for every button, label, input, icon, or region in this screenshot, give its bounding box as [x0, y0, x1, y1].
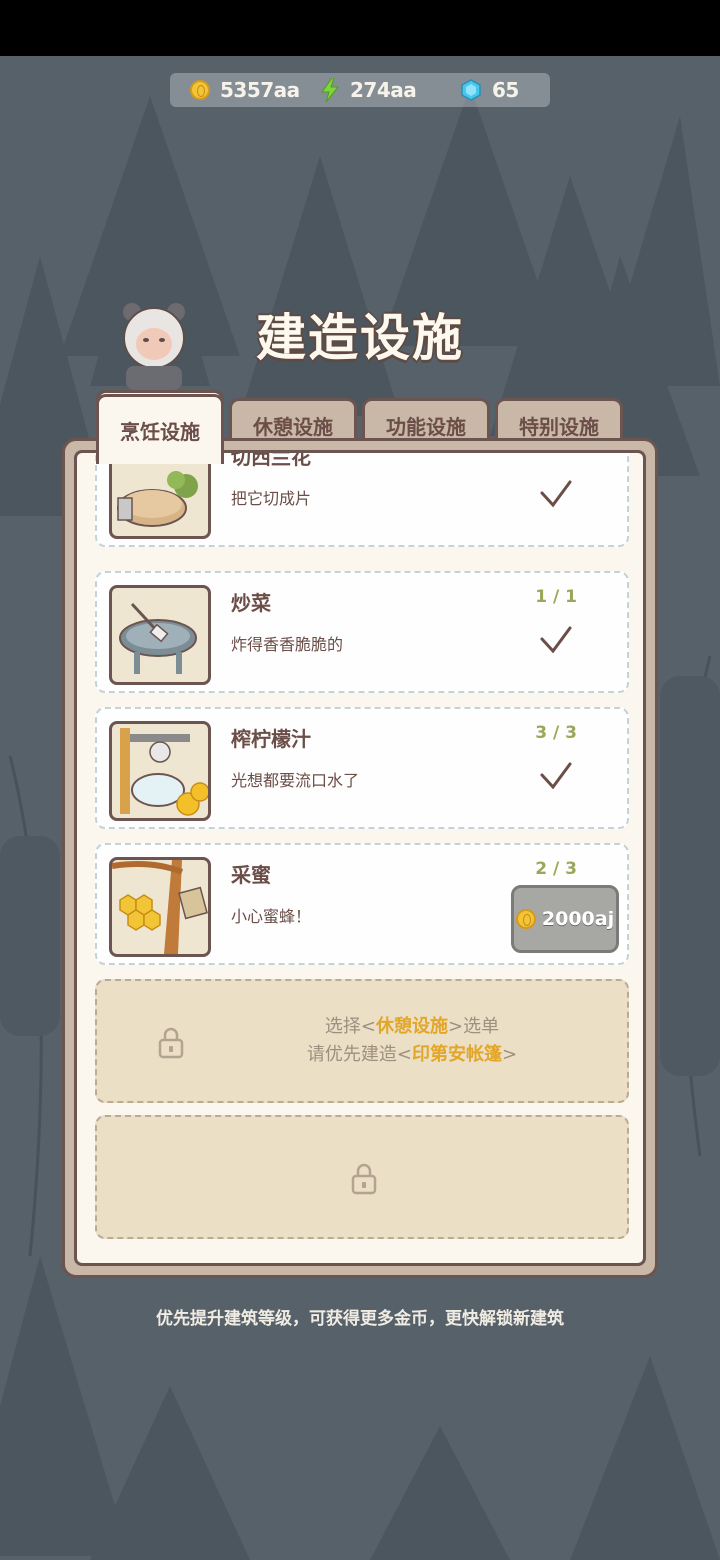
resource-bar: 5357aa 274aa 65: [170, 73, 550, 107]
check-icon: [540, 480, 572, 508]
item-name: 炒菜: [231, 591, 271, 615]
gem-counter: 65: [460, 73, 519, 107]
list-item[interactable]: 采蜜 小心蜜蜂！ 2 / 3 2000aj: [95, 843, 629, 965]
page-title: 建造设施: [256, 309, 464, 367]
unlock-hint-line2: 请优先建造<印第安帐篷>: [247, 1041, 577, 1069]
hint2-pre: 请优先建造<: [306, 1044, 412, 1065]
panda-mascot: [123, 303, 185, 390]
lock-icon: [351, 1163, 377, 1195]
hint2-highlight: 印第安帐篷: [412, 1044, 502, 1065]
item-name: 切西兰花: [231, 450, 311, 469]
lightning-icon: [321, 78, 340, 102]
coin-counter: 5357aa: [190, 73, 300, 107]
item-name: 榨柠檬汁: [231, 727, 311, 751]
energy-amount: 274aa: [350, 78, 417, 102]
build-button[interactable]: 2000aj: [511, 885, 619, 953]
tab-special-label: 特别设施: [519, 415, 599, 439]
lock-icon: [158, 1027, 184, 1059]
item-count: 1 / 1: [535, 587, 577, 607]
item-name: 采蜜: [231, 863, 271, 887]
hint1-highlight: 休憩设施: [376, 1016, 448, 1037]
tab-function-label: 功能设施: [386, 415, 466, 439]
coin-icon: [515, 909, 536, 929]
list-item[interactable]: 榨柠檬汁 光想都要流口水了 3 / 3: [95, 707, 629, 829]
gem-amount: 65: [492, 78, 519, 102]
item-desc: 光想都要流口水了: [231, 771, 360, 790]
beehive-image: [109, 857, 211, 957]
status-bar: [0, 0, 720, 56]
hint1-pre: 选择<: [324, 1016, 376, 1037]
coin-icon: [190, 80, 210, 100]
unlock-hint-line1: 选择<休憩设施>选单: [247, 1013, 577, 1041]
build-price: 2000aj: [541, 908, 615, 930]
item-desc: 把它切成片: [231, 489, 312, 508]
locked-slot: 选择<休憩设施>选单 请优先建造<印第安帐篷>: [95, 979, 629, 1103]
unlock-hint: 选择<休憩设施>选单 请优先建造<印第安帐篷>: [247, 1013, 577, 1069]
check-icon: [540, 762, 572, 790]
energy-counter: 274aa: [320, 73, 417, 107]
footer-tip: 优先提升建筑等级，可获得更多金币，更快解锁新建筑: [156, 1309, 564, 1329]
item-desc: 炸得香香脆脆的: [231, 635, 344, 654]
tab-cooking-front[interactable]: 烹饪设施: [96, 394, 224, 464]
check-icon: [540, 626, 572, 654]
list-item[interactable]: 炒菜 炸得香香脆脆的 1 / 1: [95, 571, 629, 693]
facility-list[interactable]: 切西兰花 把它切成片 炒菜 炸得香香脆脆的 1 / 1 榨柠檬汁 光想都要流口水…: [74, 450, 646, 1266]
tab-cooking-front-label: 烹饪设施: [120, 420, 200, 444]
gem-icon: [461, 79, 481, 101]
list-item[interactable]: 切西兰花 把它切成片: [95, 450, 629, 547]
locked-slot: [95, 1115, 629, 1239]
hint1-post: >选单: [448, 1016, 500, 1037]
item-desc: 小心蜜蜂！: [231, 907, 312, 926]
tab-rest-label: 休憩设施: [253, 415, 333, 439]
item-count: 3 / 3: [535, 723, 577, 743]
hint2-post: >: [502, 1044, 518, 1065]
item-count: 2 / 3: [535, 859, 577, 879]
coin-amount: 5357aa: [220, 78, 300, 102]
wok-image: [109, 585, 211, 685]
juicer-image: [109, 721, 211, 821]
